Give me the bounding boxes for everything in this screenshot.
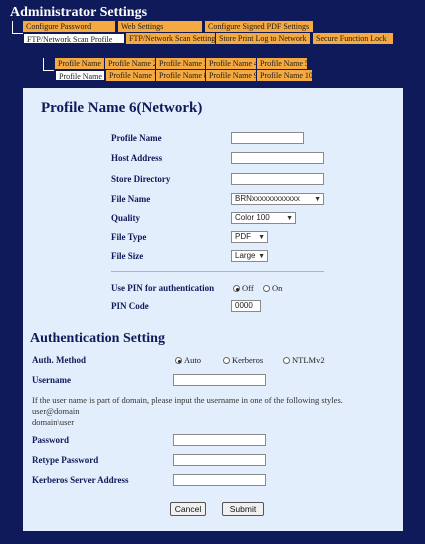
chevron-down-icon: ▼ bbox=[286, 215, 293, 222]
tab-profile-name-6[interactable]: Profile Name 6 bbox=[55, 70, 105, 81]
host-address-input[interactable] bbox=[231, 152, 324, 164]
username-style-2: domain\user bbox=[32, 417, 75, 427]
file-type-label: File Type bbox=[111, 232, 147, 242]
use-pin-label: Use PIN for authentication bbox=[111, 283, 215, 293]
file-type-select[interactable]: PDF ▼ bbox=[231, 231, 268, 243]
auth-heading: Authentication Setting bbox=[30, 331, 165, 346]
store-directory-label: Store Directory bbox=[111, 174, 171, 184]
profile-name-input[interactable] bbox=[231, 132, 304, 144]
password-label: Password bbox=[32, 435, 70, 445]
username-label: Username bbox=[32, 375, 71, 385]
chevron-down-icon: ▼ bbox=[314, 196, 321, 203]
pin-off-label: Off bbox=[242, 283, 254, 293]
chevron-down-icon: ▼ bbox=[258, 253, 265, 260]
tab-ftp-network-scan-settings[interactable]: FTP/Network Scan Settings bbox=[126, 33, 215, 44]
auth-kerberos-radio[interactable]: Kerberos bbox=[223, 355, 263, 365]
auth-auto-label: Auto bbox=[184, 355, 201, 365]
profile-name-label: Profile Name bbox=[111, 133, 162, 143]
pin-code-input[interactable]: 0000 bbox=[231, 300, 261, 312]
store-directory-input[interactable] bbox=[231, 173, 324, 185]
auth-method-label: Auth. Method bbox=[32, 355, 87, 365]
tab-profile-name-7[interactable]: Profile Name 7 bbox=[106, 70, 155, 81]
auth-kerberos-label: Kerberos bbox=[232, 355, 264, 365]
tab-profile-name-8[interactable]: Profile Name 8 bbox=[156, 70, 205, 81]
file-name-value: BRNxxxxxxxxxxxx bbox=[235, 194, 300, 203]
username-style-1: user@domain bbox=[32, 406, 80, 416]
tab-ftp-network-scan-profile[interactable]: FTP/Network Scan Profile bbox=[23, 33, 125, 44]
pin-on-radio[interactable]: On bbox=[263, 283, 282, 293]
host-address-label: Host Address bbox=[111, 153, 163, 163]
tab-profile-name-3[interactable]: Profile Name 3 bbox=[156, 58, 205, 69]
kerberos-server-input[interactable] bbox=[173, 474, 266, 486]
radio-unselected-icon bbox=[283, 357, 290, 364]
retype-password-label: Retype Password bbox=[32, 455, 99, 465]
file-size-label: File Size bbox=[111, 251, 144, 261]
auth-auto-radio[interactable]: Auto bbox=[175, 355, 201, 365]
radio-selected-icon bbox=[175, 357, 182, 364]
tab-profile-name-1[interactable]: Profile Name 1 bbox=[55, 58, 104, 69]
tab-signed-pdf-settings[interactable]: Configure Signed PDF Settings bbox=[205, 21, 313, 32]
radio-unselected-icon bbox=[223, 357, 230, 364]
tree-connector bbox=[12, 21, 23, 34]
tree-connector bbox=[43, 58, 54, 71]
tab-profile-name-2[interactable]: Profile Name 2 bbox=[105, 58, 155, 69]
file-name-label: File Name bbox=[111, 194, 151, 204]
retype-password-input[interactable] bbox=[173, 454, 266, 466]
pin-on-label: On bbox=[272, 283, 283, 293]
tab-profile-name-5[interactable]: Profile Name 5 bbox=[257, 58, 307, 69]
kerberos-server-label: Kerberos Server Address bbox=[32, 475, 129, 485]
pin-code-label: PIN Code bbox=[111, 301, 149, 311]
file-type-value: PDF bbox=[235, 232, 251, 241]
radio-selected-icon bbox=[233, 285, 240, 292]
radio-unselected-icon bbox=[263, 285, 270, 292]
submit-button[interactable]: Submit bbox=[222, 502, 264, 516]
password-input[interactable] bbox=[173, 434, 266, 446]
auth-ntlm-label: NTLMv2 bbox=[292, 355, 325, 365]
auth-ntlm-radio[interactable]: NTLMv2 bbox=[283, 355, 325, 365]
profile-heading: Profile Name 6(Network) bbox=[41, 100, 203, 116]
tab-web-settings[interactable]: Web Settings bbox=[118, 21, 202, 32]
pin-off-radio[interactable]: Off bbox=[233, 283, 254, 293]
tab-configure-password[interactable]: Configure Password bbox=[23, 21, 115, 32]
page-title: Administrator Settings bbox=[10, 5, 148, 20]
tab-secure-function-lock[interactable]: Secure Function Lock bbox=[313, 33, 393, 44]
file-name-select[interactable]: BRNxxxxxxxxxxxx ▼ bbox=[231, 193, 324, 205]
cancel-button[interactable]: Cancel bbox=[170, 502, 206, 516]
username-help-text: If the user name is part of domain, plea… bbox=[32, 395, 343, 405]
file-size-select[interactable]: Large ▼ bbox=[231, 250, 268, 262]
settings-panel: Profile Name 6(Network) Profile Name Hos… bbox=[23, 88, 403, 531]
tab-store-print-log[interactable]: Store Print Log to Network bbox=[216, 33, 310, 44]
quality-value: Color 100 bbox=[235, 213, 270, 222]
chevron-down-icon: ▼ bbox=[258, 234, 265, 241]
tab-profile-name-4[interactable]: Profile Name 4 bbox=[206, 58, 256, 69]
tab-profile-name-9[interactable]: Profile Name 9 bbox=[206, 70, 256, 81]
quality-select[interactable]: Color 100 ▼ bbox=[231, 212, 296, 224]
username-input[interactable] bbox=[173, 374, 266, 386]
file-size-value: Large bbox=[235, 251, 256, 260]
tab-profile-name-10[interactable]: Profile Name 10 bbox=[257, 70, 312, 81]
divider bbox=[111, 271, 324, 272]
quality-label: Quality bbox=[111, 213, 141, 223]
